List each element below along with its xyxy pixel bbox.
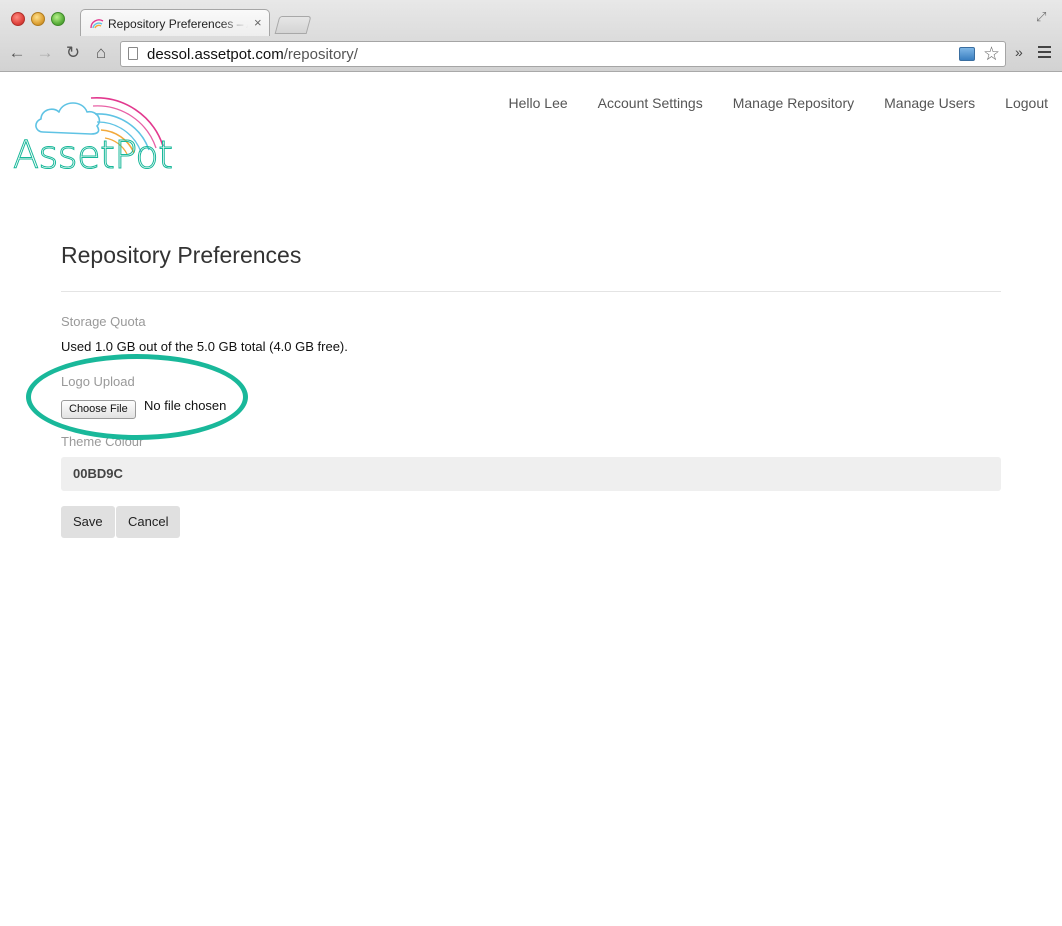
cancel-button[interactable]: Cancel [116, 506, 181, 538]
url-text: dessol.assetpot.com/repository/ [147, 46, 358, 63]
nav-manage-repository[interactable]: Manage Repository [733, 95, 854, 111]
theme-colour-input[interactable] [61, 457, 1001, 491]
forward-button[interactable]: → [34, 42, 56, 64]
extension-icon[interactable] [959, 47, 975, 61]
extensions-overflow-icon[interactable]: » [1015, 44, 1023, 60]
file-status-text: No file chosen [144, 398, 227, 413]
browser-menu-icon[interactable] [1038, 46, 1051, 61]
save-button[interactable]: Save [61, 506, 115, 538]
assetpot-favicon-icon [90, 19, 104, 29]
home-button[interactable]: ⌂ [90, 42, 112, 64]
repository-preferences-form: Repository Preferences Storage Quota Use… [26, 240, 1001, 538]
page-icon [128, 47, 138, 60]
assetpot-logo[interactable]: AssetPot [13, 86, 183, 176]
logo-wordmark: AssetPot [13, 133, 173, 176]
choose-file-button[interactable]: Choose File [61, 400, 136, 419]
top-navigation: Hello Lee Account Settings Manage Reposi… [479, 95, 1049, 111]
address-bar[interactable]: dessol.assetpot.com/repository/ ☆ [120, 41, 1006, 67]
close-window-button[interactable] [11, 12, 25, 26]
reload-button[interactable]: ↻ [62, 42, 84, 64]
back-button[interactable]: ← [6, 42, 28, 64]
fullscreen-icon[interactable]: ⤢ [1036, 9, 1046, 25]
zoom-window-button[interactable] [51, 12, 65, 26]
browser-chrome: Repository Preferences – AssetPot × ⤢ ← … [0, 0, 1062, 72]
bookmark-star-icon[interactable]: ☆ [983, 43, 1000, 66]
storage-quota-label: Storage Quota [61, 314, 146, 329]
nav-hello-lee[interactable]: Hello Lee [509, 95, 568, 111]
nav-account-settings[interactable]: Account Settings [598, 95, 703, 111]
nav-logout[interactable]: Logout [1005, 95, 1048, 111]
title-divider [61, 291, 1001, 292]
page-title: Repository Preferences [61, 242, 302, 268]
nav-manage-users[interactable]: Manage Users [884, 95, 975, 111]
tab-close-icon[interactable]: × [254, 15, 262, 30]
logo-upload-label: Logo Upload [61, 374, 135, 389]
minimize-window-button[interactable] [31, 12, 45, 26]
storage-quota-text: Used 1.0 GB out of the 5.0 GB total (4.0… [61, 339, 348, 354]
theme-colour-label: Theme Colour [61, 434, 144, 449]
new-tab-button[interactable] [274, 16, 312, 34]
tab-title: Repository Preferences – AssetPot [108, 17, 248, 31]
tab-repository-preferences[interactable]: Repository Preferences – AssetPot × [80, 9, 270, 36]
highlight-annotation [26, 354, 248, 440]
